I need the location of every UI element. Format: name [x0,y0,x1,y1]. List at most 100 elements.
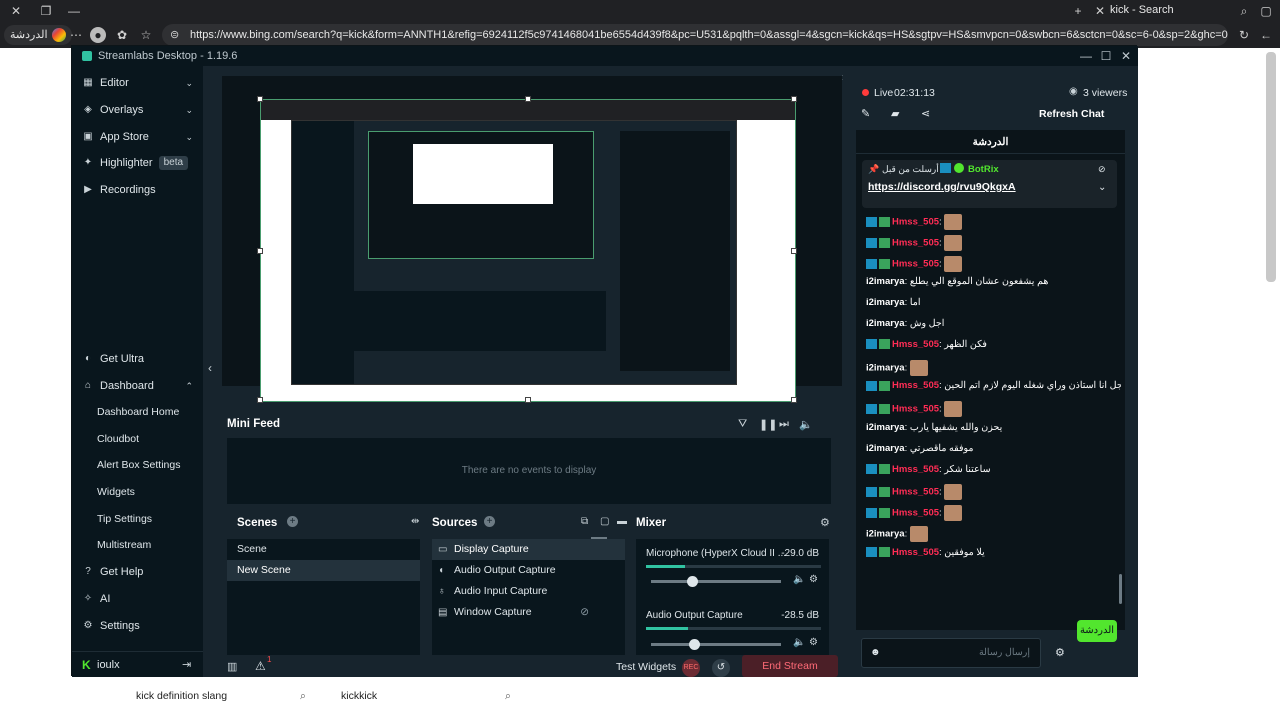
chat-username[interactable]: Hmss_505 [892,464,939,475]
emoji-icon[interactable]: ☻ [870,647,881,658]
chat-message[interactable]: Hmss_505: [866,255,1121,272]
chat-username[interactable]: i2imarya [866,318,905,329]
pinned-user[interactable]: BotRix [968,164,999,175]
chat-message[interactable]: i2imarya: يحزن والله يشفيها يارب [866,422,1121,433]
resize-handle[interactable] [525,96,531,102]
hidden-eye-icon[interactable]: ⊘ [580,602,589,623]
avatar-icon[interactable]: ● [90,27,106,43]
alert-icon[interactable]: ⚠ [255,659,266,673]
app-minimize-icon[interactable]: — [1078,48,1094,64]
chat-message[interactable]: i2imarya: اجل وش [866,318,1121,329]
mixer-gear-icon[interactable]: ⚙ [820,516,830,529]
chat-username[interactable]: i2imarya [866,443,905,454]
source-item[interactable]: ▤ Window Capture ⊘ [432,602,625,623]
sidebar-item-multistream[interactable]: Multistream [97,535,151,555]
new-tab-icon[interactable]: + [1070,3,1086,19]
slider-knob[interactable] [689,639,701,650]
sidebar-item-settings[interactable]: ⚙ Settings [82,615,197,637]
close-window-icon[interactable]: ✕ [8,3,24,19]
end-stream-button[interactable]: End Stream [742,655,838,677]
related-search-item[interactable]: kickkick [341,684,377,708]
resize-handle[interactable] [257,397,263,403]
sidebar-item-editor[interactable]: ▦ Editor ⌄ [82,72,197,94]
chat-message[interactable]: Hmss_505: [866,214,1121,230]
volume-icon[interactable]: 🔈 [799,418,813,431]
edit-pencil-icon[interactable]: ✎ [861,107,870,120]
stream-preview[interactable]: › ‹ [208,70,846,403]
chat-username[interactable]: i2imarya [866,362,905,373]
chat-message[interactable]: i2imarya: هم يشفعون عشان الموقع الي يطلع [866,276,1121,287]
chat-message[interactable]: i2imarya: موفقه ماقصرتي [866,443,1121,454]
source-item-selected[interactable]: ▭ Display Capture [432,539,625,560]
chat-message[interactable]: Hmss_505: يلا اجل انا استاذن وراي شغله ا… [866,380,1121,391]
chat-username[interactable]: Hmss_505 [892,508,939,519]
mute-icon[interactable]: 🔈 [793,637,805,648]
related-search-item[interactable]: kick definition slang [136,684,227,708]
resize-handle[interactable] [791,96,797,102]
display-capture-frame[interactable] [257,96,797,403]
source-item[interactable]: ◖ Audio Output Capture [432,560,625,581]
logout-icon[interactable]: ⇥ [182,658,191,671]
browser-tab-title[interactable]: kick - Search [1110,4,1174,16]
chat-username[interactable]: Hmss_505 [892,258,939,269]
chat-username[interactable]: Hmss_505 [892,217,939,228]
chat-username[interactable]: Hmss_505 [892,487,939,498]
chat-send-button[interactable]: الدردشة [1077,620,1117,642]
chat-message[interactable]: Hmss_505: ساعتنا شكر [866,464,1121,475]
chat-input[interactable]: ☻ إرسال رسالة [861,638,1041,668]
url-bar[interactable]: ⊜ https://www.bing.com/search?q=kick&for… [162,24,1228,46]
scene-item[interactable]: Scene [227,539,420,560]
pause-icon[interactable]: ❚❚ [759,418,777,431]
sidebar-item-get-help[interactable]: ? Get Help [82,561,197,583]
add-source-icon[interactable]: + [484,516,495,527]
folder-icon[interactable]: ▬ [617,516,627,527]
search-icon[interactable]: ⌕ [1236,3,1252,19]
scene-transition-icon[interactable]: ⇹ [411,516,419,527]
chat-message[interactable]: i2imarya: اما [866,297,1121,308]
chat-username[interactable]: Hmss_505 [892,237,939,248]
extensions-icon[interactable]: ✿ [114,27,130,43]
tab-close-icon[interactable]: ✕ [1092,3,1108,19]
sidebar-item-ai[interactable]: ✧ AI [82,588,197,610]
chat-message[interactable]: Hmss_505: [866,505,1121,522]
username[interactable]: ioulx [97,659,120,671]
refresh-icon[interactable]: ↻ [1236,27,1252,43]
search-icon[interactable]: ⌕ [505,684,511,708]
channel-gear-icon[interactable]: ⚙ [809,637,818,648]
tab-menu-icon[interactable]: ▢ [1258,3,1274,19]
chat-username[interactable]: Hmss_505 [892,547,939,558]
chat-message[interactable]: Hmss_505: [866,234,1121,251]
pinned-link[interactable]: https://discord.gg/rvu9QkgxA [868,181,1016,193]
sidebar-item-dashboard[interactable]: ⌂ Dashboard ⌃ [82,375,197,397]
add-scene-icon[interactable]: + [287,516,298,527]
app-maximize-icon[interactable]: ☐ [1098,48,1114,64]
sidebar-item-alert-box[interactable]: Alert Box Settings [97,455,180,475]
sidebar-item-cloudbot[interactable]: Cloudbot [97,429,139,449]
chat-username[interactable]: Hmss_505 [892,404,939,415]
unpin-icon[interactable]: ⊘ [1098,164,1106,175]
resize-handle[interactable] [525,397,531,403]
mute-icon[interactable]: 🔈 [793,574,805,585]
chat-username[interactable]: i2imarya [866,276,905,287]
sidebar-item-get-ultra[interactable]: ◐ Get Ultra [82,348,197,370]
stats-chart-icon[interactable]: ▥ [227,660,237,673]
record-button[interactable]: REC [682,659,700,677]
chat-settings-gear-icon[interactable]: ⚙ [1055,646,1065,659]
chat-scrollbar[interactable] [1119,574,1122,604]
skip-icon[interactable]: ⏭ [779,418,789,431]
chat-message[interactable]: Hmss_505: [866,401,1121,418]
filter-icon[interactable]: ⛛ [738,418,747,431]
page-scrollbar[interactable] [1266,52,1276,282]
refresh-chat-button[interactable]: Refresh Chat [1039,108,1104,120]
channel-gear-icon[interactable]: ⚙ [809,574,818,585]
chat-username[interactable]: Hmss_505 [892,339,939,350]
resize-handle[interactable] [257,96,263,102]
minimize-icon[interactable]: — [66,3,82,19]
slider-knob[interactable] [687,576,698,587]
sidebar-item-app-store[interactable]: ▣ App Store ⌄ [82,126,197,148]
site-info-icon[interactable]: ⊜ [170,24,179,46]
source-item[interactable]: ♁ Audio Input Capture [432,581,625,602]
back-icon[interactable]: ← [1258,27,1274,43]
chat-message[interactable]: i2imarya: [866,526,1121,542]
chevron-down-icon[interactable]: ⌄ [1098,182,1106,193]
